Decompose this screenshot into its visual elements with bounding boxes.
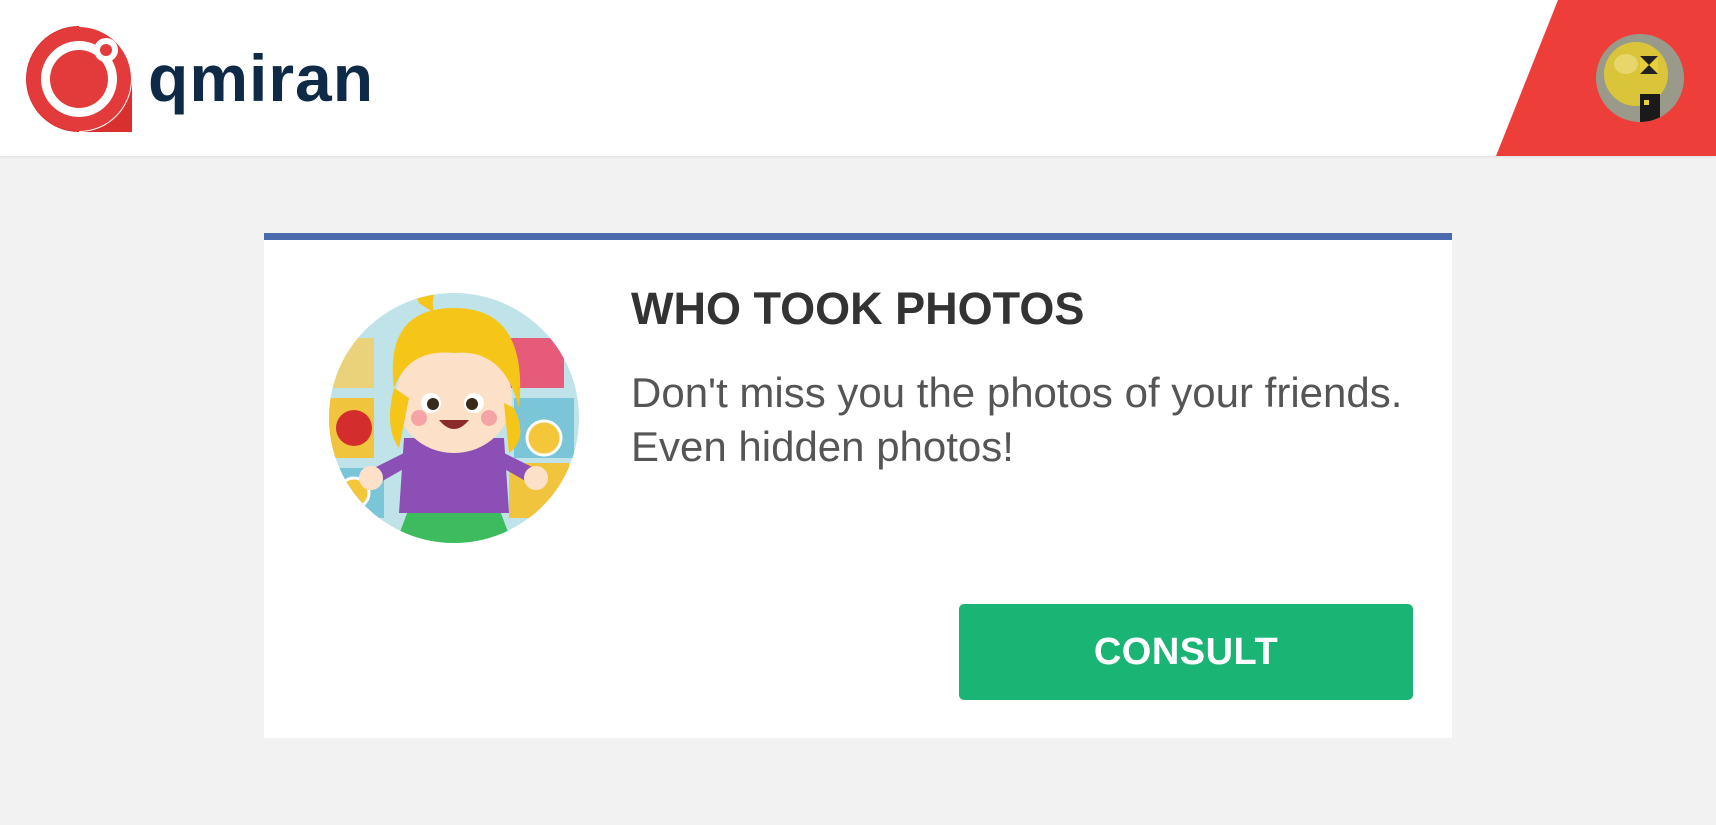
user-avatar[interactable] (1596, 34, 1684, 122)
app-header: qmiran (0, 0, 1716, 156)
consult-button[interactable]: CONSULT (959, 604, 1413, 700)
brand-name: qmiran (148, 41, 375, 115)
qmiran-logo-icon[interactable] (22, 22, 138, 136)
card-description: Don't miss you the photos of your friend… (631, 369, 1403, 470)
card-title: WHO TOOK PHOTOS (631, 283, 1085, 334)
girl-illustration-icon (314, 278, 584, 548)
feature-card: WHO TOOK PHOTOS Don't miss you the photo… (264, 233, 1452, 738)
